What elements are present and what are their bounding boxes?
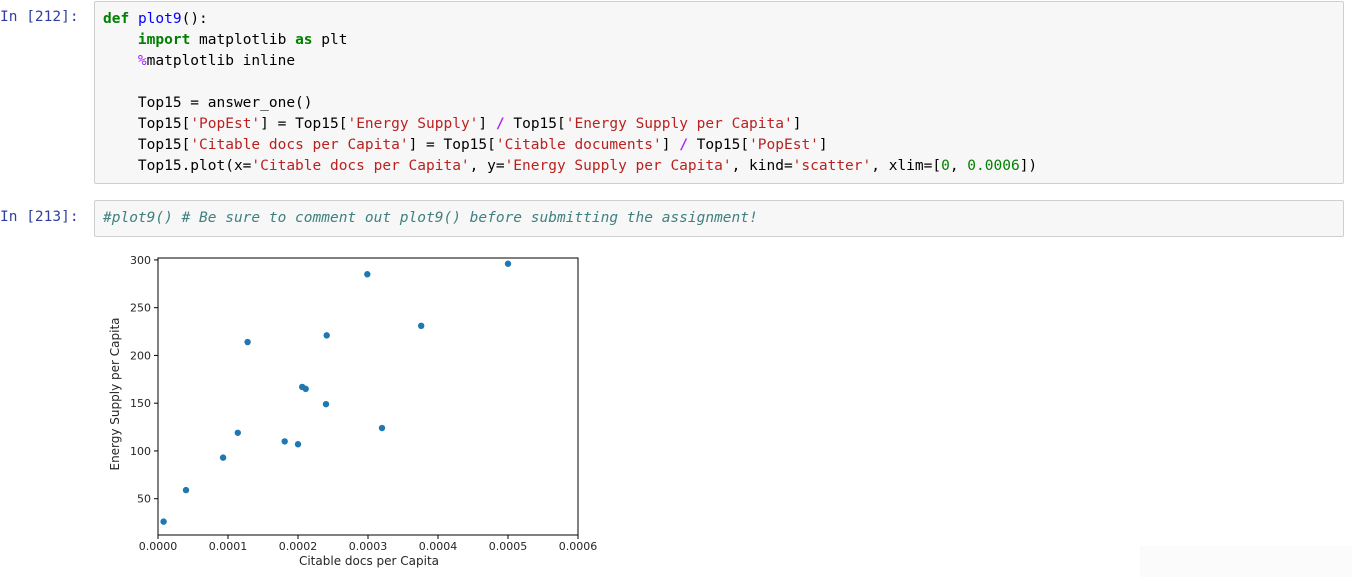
code-token: ]) — [1019, 158, 1038, 174]
scatter-point — [234, 429, 241, 436]
scatter-point — [504, 260, 512, 267]
code-token: Top15[ — [103, 116, 191, 132]
code-line: Top15['Citable docs per Capita'] = Top15… — [103, 135, 828, 156]
scatter-point — [160, 518, 167, 525]
code-editor[interactable]: def plot9(): import matplotlib as plt %m… — [95, 9, 1343, 183]
scatter-plot: Energy Supply per Capita Citable docs pe… — [108, 254, 598, 568]
plot-frame — [157, 257, 579, 536]
scatter-point — [244, 338, 251, 346]
code-token: % — [137, 53, 147, 69]
code-token: ] = Top15[ — [408, 137, 496, 153]
code-token: ] — [478, 116, 496, 132]
code-token: 'scatter' — [792, 158, 872, 174]
x-tick-label: 0.0002 — [279, 540, 318, 553]
code-token: import — [137, 32, 191, 48]
code-token: matplotlib — [190, 32, 296, 48]
code-token: / — [495, 116, 505, 132]
y-axis-label: Energy Supply per Capita — [108, 317, 122, 470]
code-token: (): — [181, 11, 208, 27]
code-token: ] — [818, 137, 828, 153]
code-line: def plot9(): — [103, 9, 208, 30]
code-token: 'Citable documents' — [495, 137, 662, 153]
x-tick-label: 0.0000 — [139, 540, 178, 553]
scatter-point — [294, 441, 302, 448]
code-token: Top15.plot(x= — [103, 158, 252, 174]
corner-overlay — [1140, 546, 1352, 577]
x-tick-label: 0.0006 — [559, 540, 598, 553]
code-token: def — [103, 11, 130, 27]
code-token: Top15 = answer_one() — [103, 95, 313, 111]
code-token: Top15[ — [504, 116, 566, 132]
code-line: Top15['PopEst'] = Top15['Energy Supply']… — [103, 114, 802, 135]
code-token: as — [295, 32, 313, 48]
code-line: import matplotlib as plt — [103, 30, 348, 51]
code-editor[interactable]: #plot9() # Be sure to comment out plot9(… — [95, 208, 1343, 236]
code-cell-212[interactable]: def plot9(): import matplotlib as plt %m… — [94, 1, 1344, 184]
code-token: , xlim=[ — [871, 158, 942, 174]
code-token: ] = Top15[ — [260, 116, 348, 132]
scatter-point — [281, 438, 288, 445]
code-token: #plot9() # Be sure to comment out plot9(… — [103, 210, 758, 226]
x-tick-label: 0.0004 — [419, 540, 458, 553]
code-token: / — [679, 137, 688, 153]
code-token: 'PopEst' — [190, 116, 261, 132]
scatter-point — [364, 271, 371, 278]
code-line: #plot9() # Be sure to comment out plot9(… — [103, 208, 758, 229]
x-tick-label: 0.0001 — [209, 540, 248, 553]
code-token: ] — [792, 116, 802, 132]
code-token: ] — [661, 137, 680, 153]
scatter-point — [323, 332, 330, 339]
x-tick-label: 0.0003 — [349, 540, 388, 553]
code-token: , — [949, 158, 968, 174]
code-token: , kind= — [731, 158, 793, 174]
code-token: 'Citable docs per Capita' — [251, 158, 470, 174]
cell-output-plot: Energy Supply per Capita Citable docs pe… — [100, 248, 620, 577]
code-token: 0 — [941, 158, 950, 174]
code-token: , y= — [469, 158, 505, 174]
scatter-point — [219, 454, 227, 461]
y-tick-label: 50 — [137, 493, 151, 506]
code-token: Top15[ — [103, 137, 191, 153]
code-line: %matplotlib inline — [103, 51, 295, 72]
prompt-in-213: In [213]: — [0, 209, 79, 225]
y-tick-label: 100 — [130, 445, 151, 458]
code-token: plt — [312, 32, 348, 48]
code-token: 'PopEst' — [749, 137, 819, 153]
y-tick-label: 300 — [130, 254, 151, 267]
code-token: 'Energy Supply per Capita' — [565, 116, 793, 132]
code-token: plot9 — [137, 11, 182, 27]
scatter-point — [378, 424, 386, 432]
code-line: Top15.plot(x='Citable docs per Capita', … — [103, 156, 1037, 177]
x-axis-label: Citable docs per Capita — [299, 554, 439, 568]
y-tick-label: 200 — [130, 349, 151, 362]
code-token: 'Energy Supply per Capita' — [504, 158, 732, 174]
scatter-point — [302, 385, 309, 393]
prompt-in-212: In [212]: — [0, 9, 79, 25]
code-line: Top15 = answer_one() — [103, 93, 313, 114]
code-token: 'Citable docs per Capita' — [190, 137, 409, 153]
scatter-point — [182, 486, 190, 494]
code-token: 0.0006 — [967, 158, 1020, 174]
code-cell-213[interactable]: #plot9() # Be sure to comment out plot9(… — [94, 200, 1344, 237]
scatter-point — [322, 400, 330, 408]
y-tick-label: 250 — [130, 302, 151, 315]
code-token: matplotlib inline — [146, 53, 296, 69]
scatter-point — [418, 322, 425, 330]
y-tick-label: 150 — [130, 397, 151, 410]
code-token: Top15[ — [687, 137, 750, 153]
x-tick-label: 0.0005 — [489, 540, 528, 553]
code-token: 'Energy Supply' — [347, 116, 479, 132]
